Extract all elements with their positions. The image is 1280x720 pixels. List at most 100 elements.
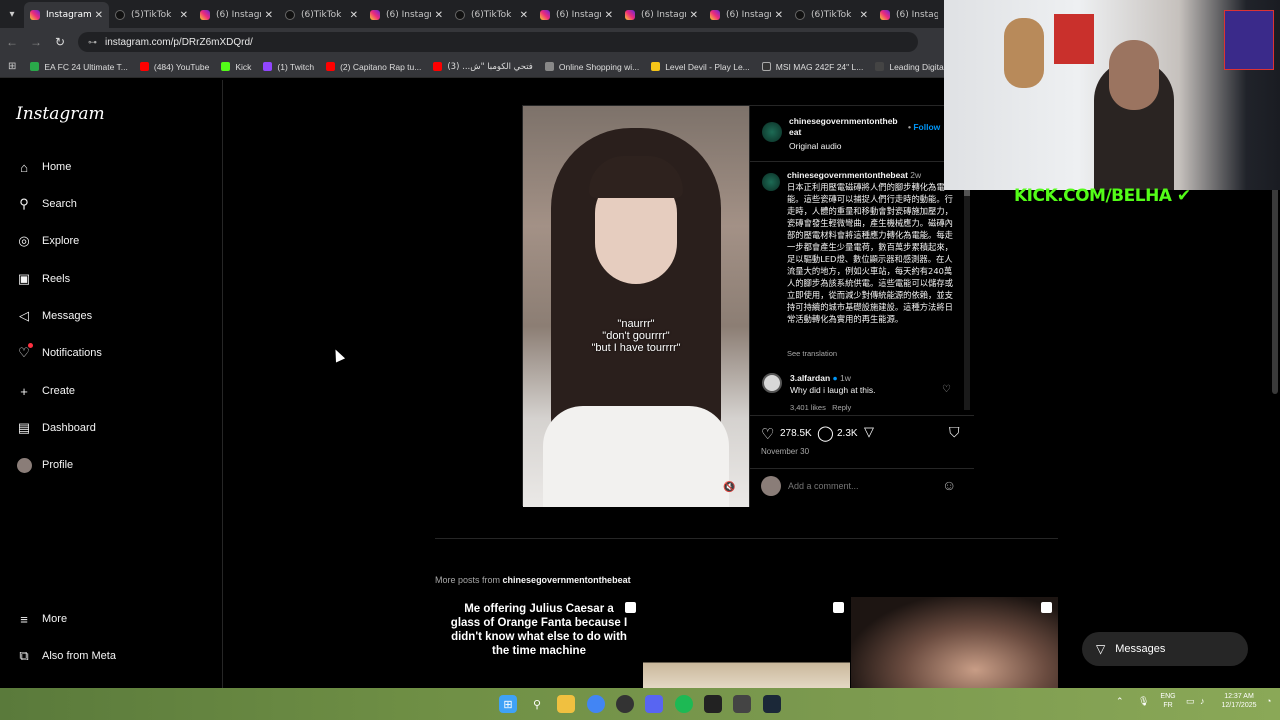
language-indicator[interactable]: ENG FR: [1158, 692, 1178, 710]
commenter-avatar[interactable]: [762, 373, 782, 393]
tab-item[interactable]: (6) Instagr ✕: [194, 2, 279, 28]
emoji-icon[interactable]: ☺: [942, 477, 956, 493]
sidebar-item-search[interactable]: ⚲ Search: [16, 196, 77, 212]
discord-icon[interactable]: [645, 695, 663, 713]
close-icon[interactable]: ✕: [95, 10, 103, 21]
sidebar-item-dashboard[interactable]: ▤ Dashboard: [16, 420, 96, 436]
sidebar-item-home[interactable]: ⌂ Home: [16, 159, 71, 175]
follow-button[interactable]: • Follow: [908, 122, 940, 132]
streamer-face: [1109, 40, 1159, 110]
apps-grid-icon[interactable]: ⊞: [8, 61, 16, 72]
close-icon[interactable]: ✕: [350, 10, 358, 21]
bookmark-item[interactable]: (484) YouTube: [139, 62, 209, 72]
close-icon[interactable]: ✕: [180, 10, 188, 21]
reload-icon[interactable]: ↻: [48, 35, 72, 49]
comment-count[interactable]: 2.3K: [837, 428, 858, 439]
sidebar-item-more[interactable]: ≡ More: [16, 611, 67, 627]
tiktok-icon: [455, 10, 465, 20]
post-details-panel: chinesegovernmentontheb eat • Follow Orig…: [749, 106, 974, 507]
mute-icon[interactable]: 🔇: [723, 482, 735, 493]
tab-item[interactable]: (6)TikTok ✕: [789, 2, 874, 28]
clock[interactable]: 12:37 AM 12/17/2025: [1218, 692, 1260, 710]
add-comment-input[interactable]: [788, 478, 928, 494]
forward-icon[interactable]: →: [24, 35, 48, 49]
bookmark-icon[interactable]: ⛉: [949, 424, 960, 441]
bookmark-item[interactable]: Online Shopping wi...: [544, 62, 639, 72]
close-icon[interactable]: ✕: [775, 10, 783, 21]
url-text: instagram.com/p/DRrZ6mXDQrd/: [105, 36, 253, 48]
caption-author[interactable]: chinesegovernmentonthebeat: [787, 170, 908, 180]
close-icon[interactable]: ✕: [520, 10, 528, 21]
tab-item[interactable]: (6) Instagr ✕: [364, 2, 449, 28]
microphone-icon[interactable]: 🎙: [1138, 697, 1149, 706]
back-icon[interactable]: ←: [0, 35, 24, 49]
instagram-logo[interactable]: Instagram: [16, 104, 105, 124]
bookmark-item[interactable]: Level Devil - Play Le...: [651, 62, 750, 72]
comment-bubble-icon[interactable]: ◯: [817, 424, 834, 442]
browser-icon[interactable]: [616, 695, 634, 713]
caption-author-avatar[interactable]: [762, 173, 780, 191]
reel-video[interactable]: "naurrr" "don't gourrrr" "but I have tou…: [523, 106, 749, 507]
steam-icon[interactable]: [763, 695, 781, 713]
close-icon[interactable]: ✕: [860, 10, 868, 21]
tab-item[interactable]: (5)TikTok ✕: [109, 2, 194, 28]
sidebar-item-create[interactable]: + Create: [16, 383, 75, 399]
tab-item[interactable]: (6) Instagr ✕: [534, 2, 619, 28]
bookmark-item[interactable]: (1) Twitch: [263, 62, 314, 72]
notification-bell-icon[interactable]: ◔: [1266, 697, 1271, 706]
sidebar-item-messages[interactable]: ◁ Messages: [16, 308, 92, 324]
close-icon[interactable]: ✕: [690, 10, 698, 21]
panel-scrollbar[interactable]: [964, 188, 970, 410]
search-icon[interactable]: ⚲: [528, 695, 546, 713]
comment-reply-button[interactable]: Reply: [832, 403, 851, 412]
sidebar-item-reels[interactable]: ▣ Reels: [16, 271, 70, 287]
tab-item[interactable]: (6)TikTok ✕: [279, 2, 364, 28]
tab-item[interactable]: (6) Instagr ✕: [619, 2, 704, 28]
url-bar[interactable]: ⊶ instagram.com/p/DRrZ6mXDQrd/: [78, 32, 918, 52]
comment-likes[interactable]: 3,401 likes: [790, 403, 826, 412]
messages-floating-button[interactable]: ▽ Messages: [1082, 632, 1248, 666]
bookmark-item[interactable]: Kick: [221, 62, 251, 72]
file-explorer-icon[interactable]: [557, 695, 575, 713]
tab-search-button[interactable]: ▾: [0, 0, 24, 28]
audio-label[interactable]: Original audio: [789, 141, 841, 151]
bookmark-item[interactable]: Leading Digital Stor...: [875, 62, 944, 72]
tab-item[interactable]: (6) Instagr ✕: [704, 2, 789, 28]
more-post-thumb[interactable]: Me offering Julius Caesar a glass of Ora…: [435, 597, 642, 688]
sidebar-item-explore[interactable]: ◎ Explore: [16, 233, 79, 249]
spotify-icon[interactable]: [675, 695, 693, 713]
site-info-icon[interactable]: ⊶: [88, 37, 97, 48]
terminal-icon[interactable]: [704, 695, 722, 713]
close-icon[interactable]: ✕: [265, 10, 273, 21]
more-post-thumb[interactable]: [851, 597, 1058, 688]
post-author-avatar[interactable]: [762, 122, 782, 142]
bookmark-item[interactable]: EA FC 24 Ultimate T...: [30, 62, 128, 72]
start-icon[interactable]: ⊞: [499, 695, 517, 713]
app-icon[interactable]: [733, 695, 751, 713]
bookmark-item[interactable]: MSI MAG 242F 24" L...: [761, 62, 863, 72]
bookmark-item[interactable]: فتحي الكومبا "ش... (3): [433, 62, 533, 72]
tab-item[interactable]: (6) Instagr: [874, 2, 944, 28]
close-icon[interactable]: ✕: [435, 10, 443, 21]
more-posts-user[interactable]: chinesegovernmentonthebeat: [503, 575, 631, 585]
chrome-icon[interactable]: [587, 695, 605, 713]
sidebar-item-profile[interactable]: Profile: [16, 457, 73, 473]
see-translation-link[interactable]: See translation: [787, 349, 837, 358]
bookmark-item[interactable]: (2) Capitano Rap tu...: [326, 62, 421, 72]
close-icon[interactable]: ✕: [605, 10, 613, 21]
tray-chevron-icon[interactable]: ⌃: [1116, 697, 1124, 706]
comment-like-heart-icon[interactable]: ♡: [942, 384, 951, 395]
more-post-thumb[interactable]: [643, 597, 850, 688]
sidebar-item-notifications[interactable]: ♡ Notifications: [16, 343, 102, 361]
post-author-name[interactable]: chinesegovernmentontheb eat: [789, 116, 898, 138]
divider: [750, 161, 974, 162]
network-icon[interactable]: ▭: [1186, 697, 1195, 706]
share-icon[interactable]: ▽: [864, 424, 874, 440]
like-heart-icon[interactable]: ♡: [761, 425, 774, 443]
tab-instagram-active[interactable]: Instagram ✕: [24, 2, 109, 28]
volume-icon[interactable]: ♪: [1200, 697, 1205, 706]
comment-user[interactable]: 3.alfardan: [790, 373, 830, 383]
sidebar-item-also-from-meta[interactable]: ⧉ Also from Meta: [16, 648, 116, 664]
like-count[interactable]: 278.5K: [780, 428, 812, 439]
tab-item[interactable]: (6)TikTok ✕: [449, 2, 534, 28]
